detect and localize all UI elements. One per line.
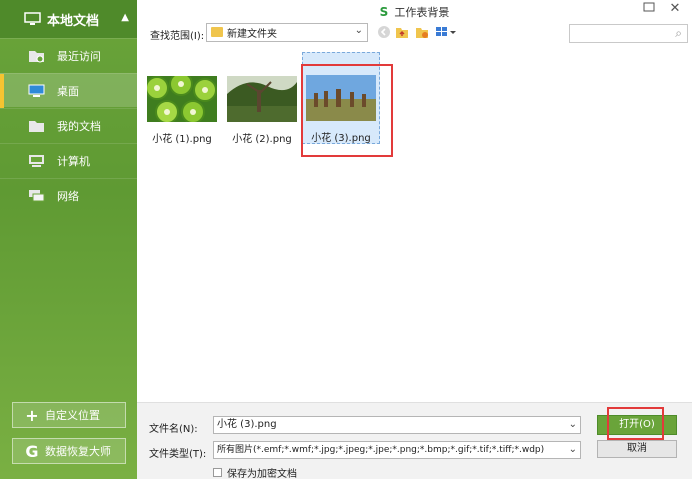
filetype-select[interactable]: 所有图片(*.emf;*.wmf;*.jpg;*.jpeg;*.jpe;*.pn…	[213, 441, 581, 459]
checkbox-box[interactable]	[213, 468, 222, 477]
filename-label: 文件名(N):	[149, 424, 198, 435]
sidebar-item-network[interactable]: 网络	[0, 178, 137, 212]
window-title: S 工作表背景	[137, 4, 692, 20]
file-list-area[interactable]: 小花 (1).png 小花 (2).png 小花 (3).png	[137, 46, 692, 402]
highlight-box-open	[607, 407, 664, 440]
new-folder-icon[interactable]	[415, 25, 429, 39]
cancel-button[interactable]: 取消	[597, 440, 677, 458]
search-icon: ⌕	[675, 26, 682, 40]
sidebar: 本地文档 ▲ 最近访问 桌面 我的文档 计算机 网络 + 自定义位置 G 数据恢…	[0, 0, 137, 479]
sidebar-item-recent[interactable]: 最近访问	[0, 38, 137, 72]
file-item-2[interactable]: 小花 (2).png	[223, 54, 301, 145]
desktop-icon	[28, 84, 45, 98]
view-mode-icon[interactable]	[435, 25, 457, 39]
custom-location-label: 自定义位置	[45, 409, 100, 422]
wps-logo-icon: S	[379, 5, 389, 19]
current-folder: 新建文件夹	[227, 29, 277, 40]
image-thumbnail	[147, 76, 217, 122]
encrypt-checkbox[interactable]: 保存为加密文档	[213, 465, 297, 479]
documents-folder-icon	[28, 119, 45, 133]
sidebar-header[interactable]: 本地文档 ▲	[0, 0, 137, 38]
sidebar-item-computer[interactable]: 计算机	[0, 143, 137, 177]
image-thumbnail	[227, 76, 297, 122]
file-name: 小花 (1).png	[152, 134, 212, 145]
encrypt-label: 保存为加密文档	[227, 469, 297, 479]
chevron-down-icon: ⌄	[354, 25, 363, 36]
network-icon	[28, 189, 45, 203]
filename-field[interactable]: 小花 (3).png ⌄	[213, 416, 581, 434]
close-icon[interactable]: ✕	[665, 1, 685, 17]
collapse-caret-icon[interactable]: ▲	[121, 12, 129, 23]
scope-label: 查找范围(I):	[150, 31, 205, 42]
custom-location-button[interactable]: + 自定义位置	[12, 402, 126, 428]
data-recovery-button[interactable]: G 数据恢复大师	[12, 438, 126, 464]
window-title-text: 工作表背景	[394, 6, 450, 19]
monitor-icon	[24, 12, 41, 26]
recovery-g-icon: G	[25, 441, 39, 461]
recent-folder-icon	[28, 49, 45, 63]
sidebar-item-desktop[interactable]: 桌面	[0, 73, 137, 108]
computer-icon	[28, 154, 45, 168]
sidebar-item-label: 桌面	[57, 84, 79, 98]
sidebar-title: 本地文档	[47, 13, 100, 29]
sidebar-item-label: 我的文档	[57, 119, 101, 133]
chevron-down-icon[interactable]: ⌄	[569, 442, 577, 458]
sidebar-item-label: 最近访问	[57, 49, 101, 63]
up-folder-icon[interactable]	[395, 25, 409, 39]
folder-icon	[211, 27, 223, 37]
toolbar: 查找范围(I): 新建文件夹 ⌄ ⌕	[137, 20, 692, 46]
file-item-1[interactable]: 小花 (1).png	[143, 54, 221, 145]
chevron-down-icon[interactable]: ⌄	[569, 417, 577, 433]
highlight-box-file	[301, 64, 393, 157]
data-recovery-label: 数据恢复大师	[45, 445, 111, 458]
filetype-value: 所有图片(*.emf;*.wmf;*.jpg;*.jpeg;*.jpe;*.pn…	[217, 445, 545, 455]
filename-value: 小花 (3).png	[217, 419, 277, 430]
plus-icon: +	[25, 405, 39, 425]
sidebar-item-label: 计算机	[57, 154, 90, 168]
sidebar-item-label: 网络	[57, 189, 79, 203]
file-name: 小花 (2).png	[232, 134, 292, 145]
sidebar-item-documents[interactable]: 我的文档	[0, 108, 137, 142]
bottom-panel: 文件名(N): 小花 (3).png ⌄ 文件类型(T): 所有图片(*.emf…	[137, 402, 692, 479]
back-icon[interactable]	[377, 25, 391, 39]
scope-select[interactable]: 新建文件夹 ⌄	[206, 23, 368, 42]
search-input[interactable]: ⌕	[569, 24, 688, 43]
title-bar: S 工作表背景 ✕	[137, 0, 692, 20]
filetype-label: 文件类型(T):	[149, 449, 207, 460]
minimize-icon[interactable]	[639, 1, 659, 17]
